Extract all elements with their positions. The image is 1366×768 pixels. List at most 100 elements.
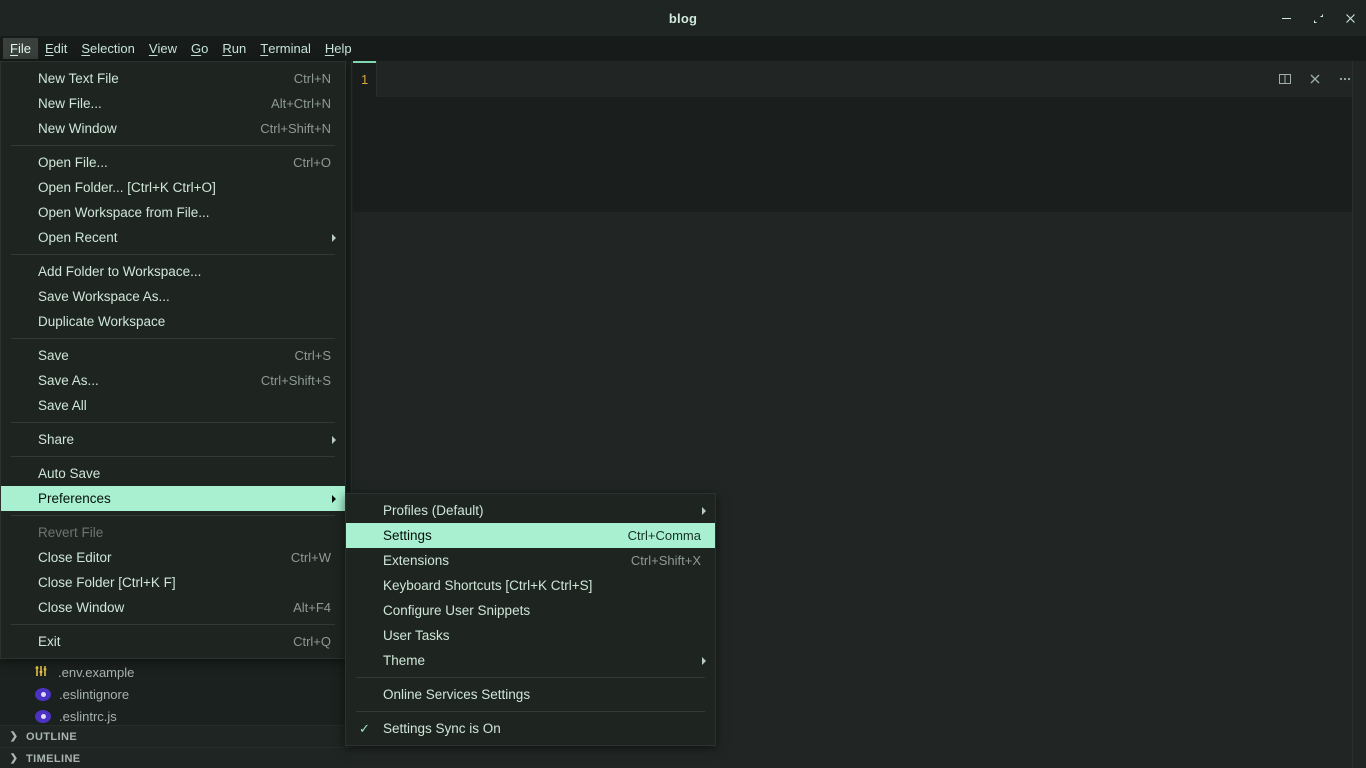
file-menu-item-new-file[interactable]: New File... Alt+Ctrl+N [1, 91, 345, 116]
file-menu-item-auto-save[interactable]: Auto Save [1, 461, 345, 486]
file-menu-item-preferences[interactable]: Preferences [1, 486, 345, 511]
settings-sliders-icon [34, 664, 50, 680]
menubar-item-edit[interactable]: Edit [38, 38, 74, 59]
eslint-dot-icon [35, 709, 51, 723]
menubar-item-view[interactable]: View [142, 38, 184, 59]
preferences-menu-item-user-tasks[interactable]: User Tasks [346, 623, 715, 648]
menu-item-shortcut: Ctrl+N [293, 71, 331, 86]
menubar-item-run[interactable]: Run [215, 38, 253, 59]
menu-item-label: Open File... [38, 155, 108, 170]
menu-item-label: Close Window [38, 600, 125, 615]
vscode-window: blog File Edit Selection View Go Run Terminal H… [0, 0, 1366, 768]
file-menu-item-close-editor[interactable]: Close Editor Ctrl+W [1, 545, 345, 570]
editor-content [353, 97, 1366, 212]
preferences-menu-item-keyboard-shortcuts-ctrl-k-ctrl-s[interactable]: Keyboard Shortcuts [Ctrl+K Ctrl+S] [346, 573, 715, 598]
file-menu-item-open-folder-ctrl-k-ctrl-o[interactable]: Open Folder... [Ctrl+K Ctrl+O] [1, 175, 345, 200]
file-menu-item-add-folder-to-workspace[interactable]: Add Folder to Workspace... [1, 259, 345, 284]
menu-item-label: Revert File [38, 525, 104, 540]
split-editor-icon [1279, 74, 1291, 84]
menu-item-label: Online Services Settings [383, 687, 531, 702]
title-bar: blog [0, 0, 1366, 36]
restore-icon [1313, 14, 1323, 23]
preferences-menu-item-profiles-default[interactable]: Profiles (Default) [346, 498, 715, 523]
more-actions-icon [1339, 77, 1351, 81]
split-editor-button[interactable] [1272, 66, 1298, 92]
file-menu-item-open-file[interactable]: Open File... Ctrl+O [1, 150, 345, 175]
menu-separator [11, 254, 335, 255]
menu-item-label: Save All [38, 398, 87, 413]
file-tree-item[interactable]: .env.example [0, 661, 352, 683]
sidebar-panel-timeline[interactable]: ❯ TIMELINE [0, 747, 352, 768]
file-menu-item-new-window[interactable]: New Window Ctrl+Shift+N [1, 116, 345, 141]
file-menu-item-open-workspace-from-file[interactable]: Open Workspace from File... [1, 200, 345, 225]
preferences-menu-item-configure-user-snippets[interactable]: Configure User Snippets [346, 598, 715, 623]
file-menu-item-close-window[interactable]: Close Window Alt+F4 [1, 595, 345, 620]
menu-item-label: Extensions [383, 553, 450, 568]
menu-separator [11, 456, 335, 457]
chevron-right-icon: ❯ [9, 731, 19, 742]
sidebar-panels: ❯ OUTLINE ❯ TIMELINE [0, 725, 352, 768]
menubar-item-terminal[interactable]: Terminal [253, 38, 318, 59]
file-menu-item-save[interactable]: Save Ctrl+S [1, 343, 345, 368]
menu-item-shortcut: Ctrl+Shift+N [260, 121, 331, 136]
menu-item-label: New File... [38, 96, 102, 111]
menu-item-label: Preferences [38, 491, 111, 506]
preferences-menu-item-settings-sync-is-on[interactable]: ✓ Settings Sync is On [346, 716, 715, 741]
menubar-item-go[interactable]: Go [184, 38, 215, 59]
menu-item-shortcut: Ctrl+W [290, 550, 331, 565]
file-menu-item-save-all[interactable]: Save All [1, 393, 345, 418]
file-menu-item-new-text-file[interactable]: New Text File Ctrl+N [1, 66, 345, 91]
close-editor-button[interactable] [1302, 66, 1328, 92]
menu-item-label: New Text File [38, 71, 119, 86]
sidebar-panel-label: OUTLINE [26, 730, 78, 743]
chevron-right-icon [702, 506, 706, 515]
menu-separator [356, 677, 705, 678]
file-menu-item-exit[interactable]: Exit Ctrl+Q [1, 629, 345, 654]
menubar-item-selection[interactable]: Selection [74, 38, 141, 59]
close-button[interactable] [1334, 0, 1366, 36]
sidebar-panel-label: TIMELINE [26, 752, 81, 765]
close-icon [1310, 74, 1320, 84]
file-menu-item-duplicate-workspace[interactable]: Duplicate Workspace [1, 309, 345, 334]
menu-item-label: Open Folder... [Ctrl+K Ctrl+O] [38, 180, 216, 195]
restore-button[interactable] [1302, 0, 1334, 36]
file-menu-item-revert-file: Revert File [1, 520, 345, 545]
minimize-icon [1281, 17, 1291, 19]
menu-separator [11, 624, 335, 625]
file-menu-item-save-workspace-as[interactable]: Save Workspace As... [1, 284, 345, 309]
menu-item-shortcut: Ctrl+O [293, 155, 331, 170]
preferences-menu-item-theme[interactable]: Theme [346, 648, 715, 673]
menu-item-label: Profiles (Default) [383, 503, 484, 518]
menu-item-shortcut: Ctrl+Comma [627, 528, 701, 543]
menu-item-label: Duplicate Workspace [38, 314, 166, 329]
editor-tab-bar: 1 [353, 61, 1366, 97]
preferences-menu-item-settings[interactable]: Settings Ctrl+Comma [346, 523, 715, 548]
menubar-item-help[interactable]: Help [318, 38, 359, 59]
menu-item-label: Theme [383, 653, 426, 668]
file-tree-item[interactable]: .eslintignore [0, 683, 352, 705]
minimize-button[interactable] [1270, 0, 1302, 36]
file-menu-item-close-folder-ctrl-k-f[interactable]: Close Folder [Ctrl+K F] [1, 570, 345, 595]
menu-separator [11, 422, 335, 423]
editor-tab[interactable]: 1 [353, 61, 378, 97]
menu-item-label: Settings Sync is On [383, 721, 501, 736]
file-name: .eslintrc.js [59, 708, 117, 724]
check-icon: ✓ [359, 720, 370, 736]
file-menu: New Text File Ctrl+N New File... Alt+Ctrl+N… [0, 61, 346, 659]
close-icon [1345, 13, 1355, 23]
window-controls [1270, 0, 1366, 36]
menu-item-label: Save Workspace As... [38, 289, 170, 304]
window-title: blog [668, 10, 698, 26]
preferences-menu-item-online-services-settings[interactable]: Online Services Settings [346, 682, 715, 707]
editor-right-rail [1352, 61, 1366, 768]
menu-item-label: Settings [383, 528, 432, 543]
editor-actions [1272, 61, 1358, 97]
file-menu-item-save-as[interactable]: Save As... Ctrl+Shift+S [1, 368, 345, 393]
menu-item-label: Open Recent [38, 230, 118, 245]
preferences-menu-item-extensions[interactable]: Extensions Ctrl+Shift+X [346, 548, 715, 573]
file-menu-item-open-recent[interactable]: Open Recent [1, 225, 345, 250]
sidebar-panel-outline[interactable]: ❯ OUTLINE [0, 725, 352, 747]
file-tree-item[interactable]: .eslintrc.js [0, 705, 352, 727]
file-menu-item-share[interactable]: Share [1, 427, 345, 452]
menubar-item-file[interactable]: File [3, 38, 38, 59]
